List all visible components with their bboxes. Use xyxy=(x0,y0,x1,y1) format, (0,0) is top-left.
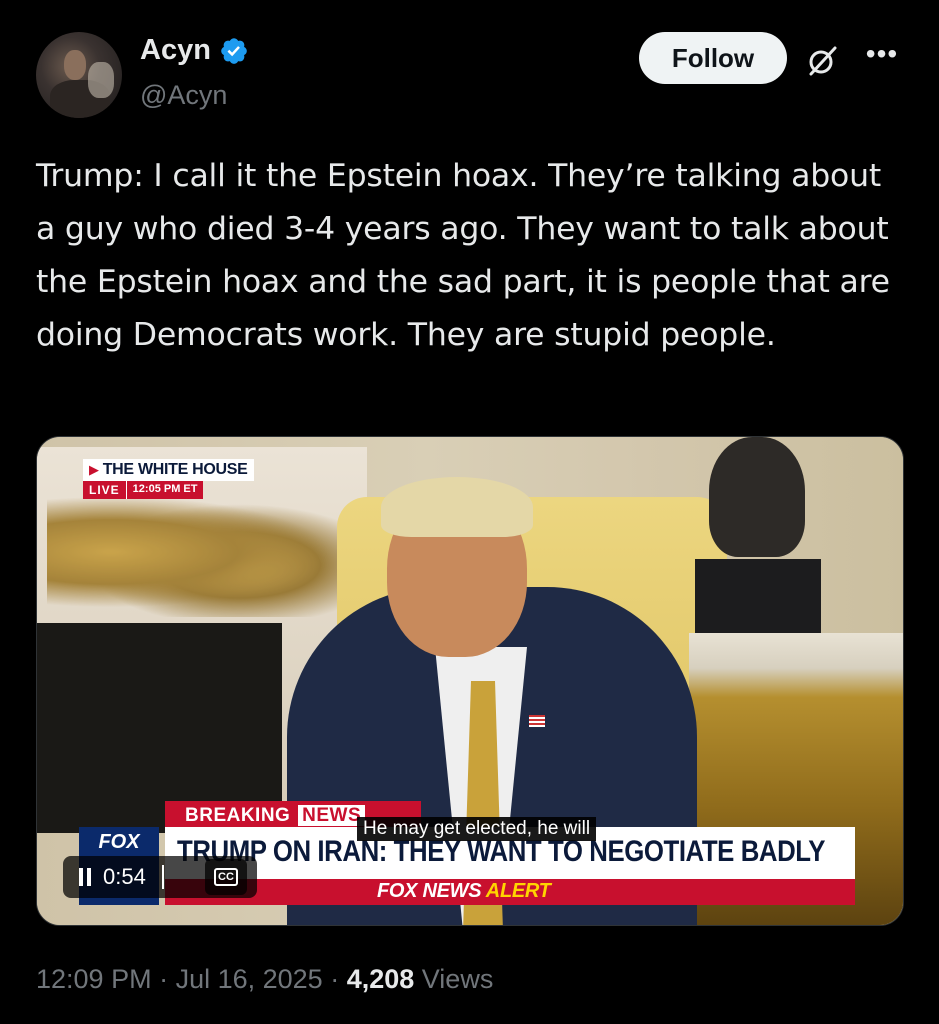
fox-news-alert: FOX NEWS ALERT xyxy=(377,880,551,903)
flag-pin-icon xyxy=(529,715,545,727)
display-name-text[interactable]: Acyn xyxy=(140,34,211,67)
pause-icon[interactable] xyxy=(79,868,93,886)
live-label: LIVE xyxy=(83,481,126,499)
bug-time: 12:05 PM ET xyxy=(125,481,204,499)
more-options-icon[interactable]: ••• xyxy=(862,40,902,70)
meta-separator: · xyxy=(322,964,347,994)
post-date[interactable]: Jul 16, 2025 xyxy=(176,964,323,995)
verified-badge-icon xyxy=(221,37,247,64)
tweet-meta: 12:09 PM · Jul 16, 2025 · 4,208 Views xyxy=(36,964,493,995)
cc-icon: CC xyxy=(214,868,238,886)
meta-separator: · xyxy=(151,964,176,994)
alert-suffix: ALERT xyxy=(485,880,551,902)
follow-button[interactable]: Follow xyxy=(639,32,787,84)
avatar[interactable] xyxy=(36,32,122,118)
user-handle[interactable]: @Acyn xyxy=(140,80,227,111)
views-count: 4,208 xyxy=(346,964,415,994)
grok-icon[interactable] xyxy=(805,44,839,78)
video-caption: He may get elected, he will xyxy=(357,817,597,841)
play-triangle-icon: ▶ xyxy=(89,462,99,477)
tweet-text: Trump: I call it the Epstein hoax. They’… xyxy=(36,158,890,353)
white-house-live-bug: ▶ THE WHITE HOUSE LIVE 12:05 PM ET xyxy=(83,459,254,499)
elapsed-time: 0:54 xyxy=(103,864,146,889)
video-player[interactable]: ▶ THE WHITE HOUSE LIVE 12:05 PM ET FOX BR… xyxy=(36,436,904,926)
breaking-news-text: NEWS xyxy=(298,805,366,826)
bust-sculpture xyxy=(709,437,805,557)
breaking-text: BREAKING xyxy=(185,805,291,826)
bug-title: THE WHITE HOUSE xyxy=(102,461,248,478)
views-label: Views xyxy=(414,964,494,994)
alert-prefix: FOX NEWS xyxy=(377,880,482,902)
display-name[interactable]: Acyn xyxy=(140,34,249,67)
closed-captions-button[interactable]: CC xyxy=(205,859,247,895)
post-time[interactable]: 12:09 PM xyxy=(36,964,152,995)
